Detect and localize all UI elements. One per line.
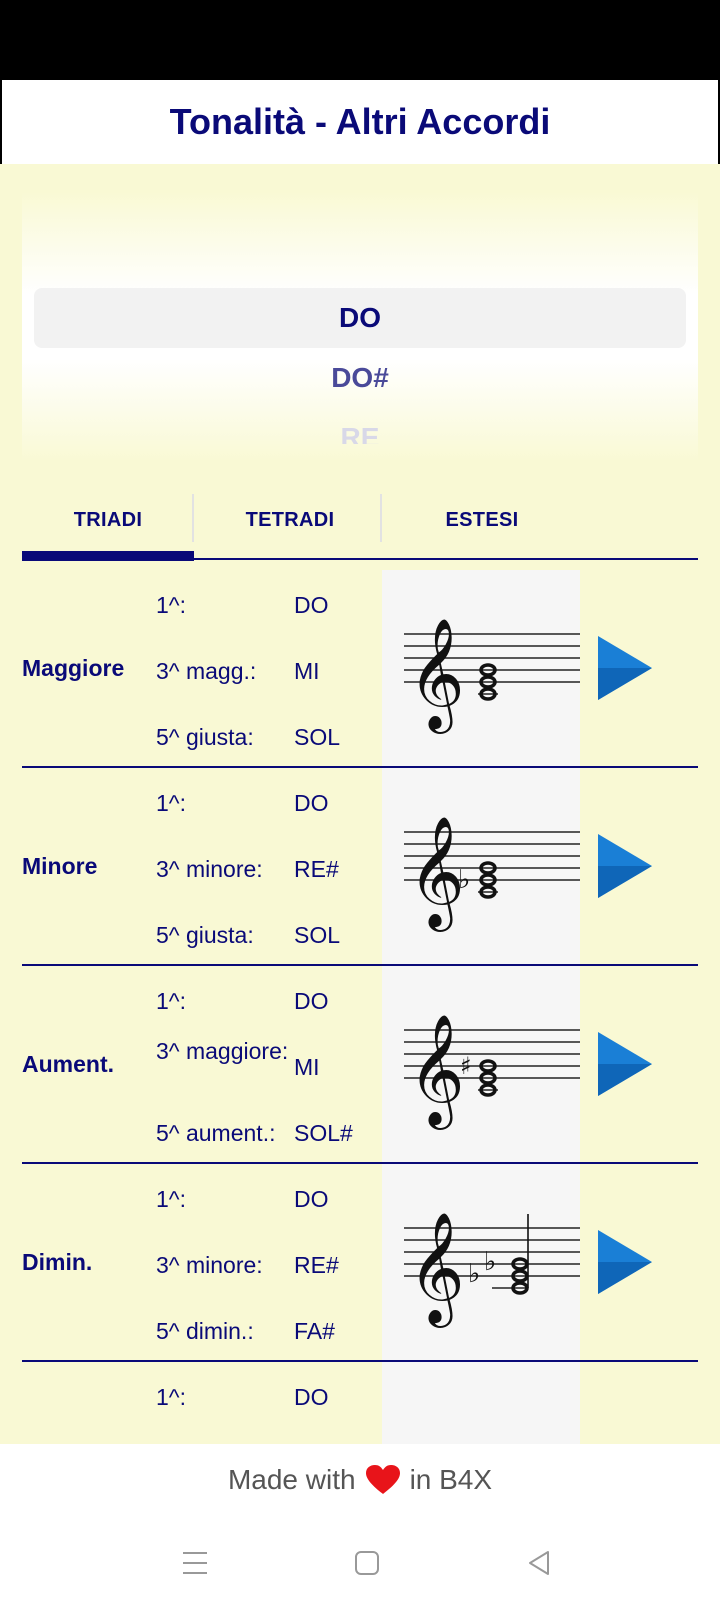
chord-name: Maggiore	[22, 654, 125, 681]
note-value: SOL	[294, 724, 341, 750]
key-picker[interactable]: DO DO# RE	[22, 192, 698, 462]
note-value: MI	[294, 1054, 320, 1080]
tab-tetradi[interactable]: TETRADI	[194, 490, 386, 550]
chord-row-minore: Minore 1^: 3^ minore: 5^ giusta: DO RE# …	[22, 768, 698, 966]
note-value: DO	[294, 1384, 329, 1410]
staff-notation-image: 𝄞 ♯	[382, 966, 580, 1164]
interval-label: 5^ dimin.:	[156, 1318, 254, 1344]
back-icon[interactable]	[526, 1550, 552, 1576]
status-bar	[0, 0, 720, 78]
svg-text:𝄞: 𝄞	[408, 617, 465, 734]
tab-divider	[380, 494, 382, 542]
content-area: DO DO# RE TRIADI TETRADI ESTESI Maggiore…	[0, 164, 720, 1444]
play-icon[interactable]	[594, 1226, 656, 1298]
interval-label: 5^ giusta:	[156, 922, 254, 948]
note-value: RE#	[294, 1252, 339, 1278]
play-icon[interactable]	[594, 632, 656, 704]
note-value: DO	[294, 790, 329, 816]
interval-label: 5^ giusta:	[156, 724, 254, 750]
note-value: RE#	[294, 856, 339, 882]
in-b4x-text: in B4X	[409, 1464, 493, 1495]
chord-type-tabs: TRIADI TETRADI ESTESI	[22, 490, 698, 562]
title-bar: Tonalità - Altri Accordi	[0, 78, 720, 166]
note-value: DO	[294, 988, 329, 1014]
interval-label: 3^ magg.:	[156, 658, 257, 684]
interval-label: 1^:	[156, 1186, 186, 1212]
chord-name: Aument.	[22, 1050, 114, 1077]
svg-text:♭: ♭	[468, 1259, 480, 1289]
note-value: DO	[294, 592, 329, 618]
note-value: MI	[294, 658, 320, 684]
play-icon[interactable]	[594, 1028, 656, 1100]
note-value: SOL#	[294, 1120, 353, 1146]
interval-label: 1^:	[156, 1384, 186, 1410]
note-value: DO	[294, 1186, 329, 1212]
svg-text:♯: ♯	[460, 1052, 472, 1080]
tab-triadi[interactable]: TRIADI	[22, 490, 194, 550]
interval-label: 3^ minore:	[156, 1252, 263, 1278]
svg-text:𝄞: 𝄞	[408, 815, 465, 932]
heart-icon	[365, 1465, 400, 1494]
interval-label: 3^ minore:	[156, 856, 263, 882]
chord-row-maggiore: Maggiore 1^: 3^ magg.: 5^ giusta: DO MI …	[22, 570, 698, 768]
staff-notation-image	[382, 1362, 580, 1444]
tab-estesi[interactable]: ESTESI	[386, 490, 578, 550]
staff-notation-image: 𝄞 ♭ ♭	[382, 1164, 580, 1362]
navigation-bar	[0, 1544, 720, 1584]
picker-option-re[interactable]: RE	[22, 422, 698, 444]
interval-label: 5^ aument.:	[156, 1120, 276, 1146]
staff-notation-image: 𝄞 ♭	[382, 768, 580, 966]
interval-label: 1^:	[156, 592, 186, 618]
svg-text:𝄞: 𝄞	[408, 1211, 465, 1328]
chord-row-aumentato: Aument. 1^: 3^ maggiore: 5^ aument.: DO …	[22, 966, 698, 1164]
chord-list[interactable]: Maggiore 1^: 3^ magg.: 5^ giusta: DO MI …	[22, 570, 698, 1444]
interval-label: 1^:	[156, 790, 186, 816]
chord-row-diminuito: Dimin. 1^: 3^ minore: 5^ dimin.: DO RE# …	[22, 1164, 698, 1362]
footer: Made with in B4X	[0, 1444, 720, 1600]
picker-option-do[interactable]: DO	[22, 302, 698, 334]
interval-label: 1^:	[156, 988, 186, 1014]
interval-label: 3^ maggiore:	[156, 1038, 289, 1064]
made-with-text: Made with	[227, 1464, 356, 1495]
svg-text:♭: ♭	[484, 1247, 496, 1277]
chord-name: Minore	[22, 852, 98, 879]
play-icon[interactable]	[594, 830, 656, 902]
tab-active-indicator	[22, 551, 194, 561]
page-title: Tonalità - Altri Accordi	[169, 101, 551, 142]
home-icon[interactable]	[354, 1550, 380, 1576]
chord-name: Dimin.	[22, 1248, 93, 1275]
svg-text:♭: ♭	[458, 865, 470, 895]
note-value: SOL	[294, 922, 341, 948]
picker-option-do-sharp[interactable]: DO#	[22, 362, 698, 394]
note-value: FA#	[294, 1318, 335, 1344]
staff-notation-image: 𝄞	[382, 570, 580, 768]
chord-row-partial: 1^: DO	[22, 1362, 698, 1444]
svg-text:𝄞: 𝄞	[408, 1013, 465, 1130]
menu-icon[interactable]	[181, 1550, 209, 1576]
